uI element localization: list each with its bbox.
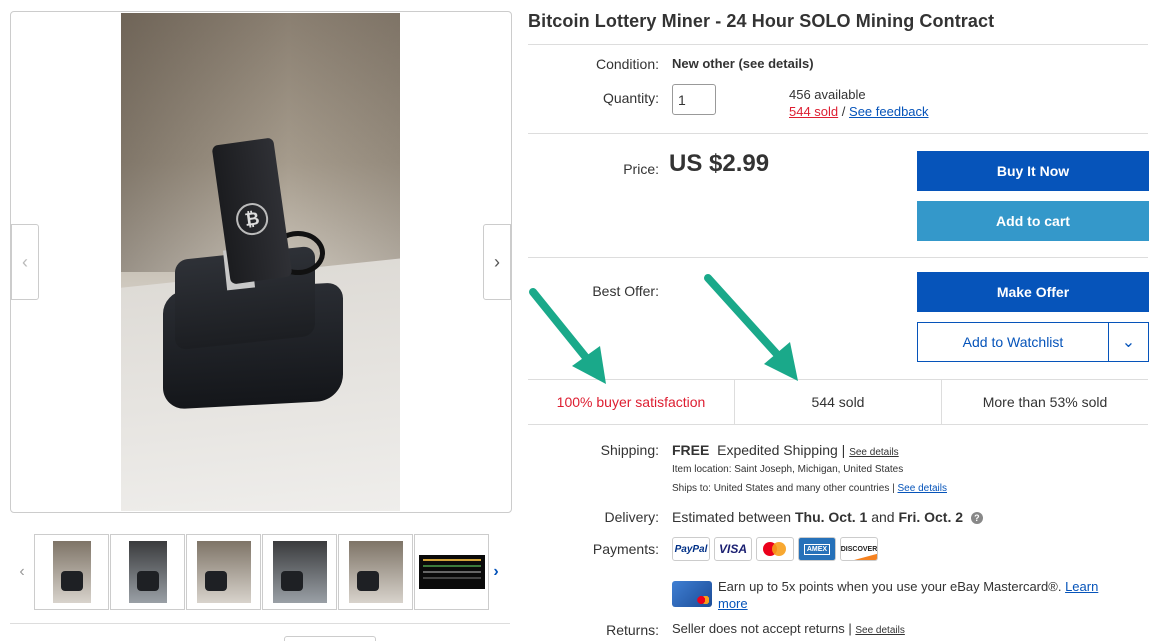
returns-label: Returns:	[606, 622, 659, 638]
sold-feedback-row: 544 sold / See feedback	[789, 104, 929, 119]
condition-label: Condition:	[595, 56, 659, 72]
sold-percent-stat: More than 53% sold	[982, 394, 1108, 410]
product-photo[interactable]: ₿	[121, 13, 400, 511]
amex-icon: AMEX	[798, 537, 836, 561]
mastercard-offer: Earn up to 5x points when you use your e…	[718, 578, 1148, 612]
thumbnail-4[interactable]	[262, 534, 337, 610]
sold-count-stat: 544 sold	[735, 380, 942, 424]
see-feedback-link[interactable]: See feedback	[849, 104, 929, 119]
paypal-icon: PayPal	[672, 537, 710, 561]
learn-more-link[interactable]: Learn	[1065, 579, 1098, 594]
price-value: US $2.99	[669, 150, 770, 177]
bitcoin-logo-icon: ₿	[234, 200, 271, 238]
learn-more-link-2[interactable]: more	[718, 596, 748, 611]
divider	[528, 257, 1148, 258]
returns-value: Seller does not accept returns	[672, 621, 845, 636]
delivery-label: Delivery:	[604, 509, 659, 525]
main-image-viewer[interactable]: ₿	[10, 11, 512, 513]
separator: |	[841, 442, 846, 458]
annotation-arrow-2	[704, 274, 788, 366]
shipping-see-details-link[interactable]: See details	[849, 447, 898, 458]
thumbnail-3[interactable]	[186, 534, 261, 610]
payments-label: Payments:	[592, 541, 659, 557]
item-stats-bar: 100% buyer satisfaction 544 sold More th…	[528, 380, 1148, 424]
delivery-prefix: Estimated between	[672, 509, 792, 525]
condition-value: New other (see details)	[672, 56, 814, 71]
image-prev-arrow-icon[interactable]: ‹	[11, 224, 39, 300]
shipping-method: Expedited Shipping	[717, 442, 838, 458]
shipping-row: FREE Expedited Shipping | See details	[672, 442, 899, 458]
annotation-arrowhead-2	[764, 342, 798, 381]
image-next-arrow-icon[interactable]: ›	[483, 224, 511, 300]
mastercard-offer-text: Earn up to 5x points when you use your e…	[718, 579, 1062, 594]
divider	[528, 424, 1148, 425]
item-title: Bitcoin Lottery Miner - 24 Hour SOLO Min…	[528, 11, 995, 31]
divider	[528, 133, 1148, 134]
thumbnail-2[interactable]	[110, 534, 185, 610]
ships-to: Ships to: United States and many other c…	[672, 483, 890, 494]
buy-it-now-button[interactable]: Buy It Now	[917, 151, 1149, 191]
separator: /	[841, 104, 846, 119]
separator: |	[892, 483, 895, 494]
annotation-arrow-1	[529, 288, 596, 369]
delivery-date-from: Thu. Oct. 1	[794, 509, 868, 525]
shipping-free: FREE	[672, 442, 710, 458]
discover-icon: DISCOVER	[840, 537, 878, 561]
item-location: Item location: Saint Joseph, Michigan, U…	[672, 464, 904, 475]
ebay-mastercard-icon	[672, 581, 712, 607]
ships-to-row: Ships to: United States and many other c…	[672, 483, 947, 494]
available-count: 456 available	[789, 87, 866, 102]
thumbnail-strip	[34, 534, 489, 610]
payment-methods: PayPal VISA AMEX DISCOVER	[672, 537, 878, 561]
shipping-label: Shipping:	[600, 442, 659, 458]
returns-see-details-link[interactable]: See details	[855, 625, 904, 636]
separator: |	[848, 621, 852, 636]
delivery-date-to: Fri. Oct. 2	[898, 509, 964, 525]
delivery-and: and	[871, 509, 895, 525]
watchlist-dropdown-chevron-icon[interactable]: ⌄	[1108, 322, 1149, 362]
sold-count-link[interactable]: 544 sold	[789, 104, 838, 119]
thumbnail-1[interactable]	[34, 534, 109, 610]
help-icon[interactable]: ?	[970, 512, 983, 525]
quantity-input[interactable]	[672, 84, 716, 115]
thumbnail-prev-icon[interactable]: ‹	[14, 560, 30, 584]
mastercard-icon	[756, 537, 794, 561]
add-to-cart-button[interactable]: Add to cart	[917, 201, 1149, 241]
make-offer-button[interactable]: Make Offer	[917, 272, 1149, 312]
divider	[528, 44, 1148, 45]
delivery-row: Estimated between Thu. Oct. 1 and Fri. O…	[672, 509, 983, 525]
thumbnail-6[interactable]	[414, 534, 489, 610]
ships-to-see-details-link[interactable]: See details	[898, 483, 947, 494]
thumbnail-next-icon[interactable]: ›	[488, 560, 504, 584]
quantity-label: Quantity:	[602, 90, 659, 106]
tab-edge	[284, 636, 376, 641]
add-to-watchlist-button[interactable]: Add to Watchlist	[917, 322, 1109, 362]
divider	[10, 623, 510, 624]
price-label: Price:	[623, 161, 659, 177]
thumbnail-5[interactable]	[338, 534, 413, 610]
visa-icon: VISA	[714, 537, 752, 561]
best-offer-label: Best Offer:	[592, 283, 659, 299]
returns-row: Seller does not accept returns | See det…	[672, 621, 905, 636]
buyer-satisfaction-stat: 100% buyer satisfaction	[528, 380, 735, 424]
